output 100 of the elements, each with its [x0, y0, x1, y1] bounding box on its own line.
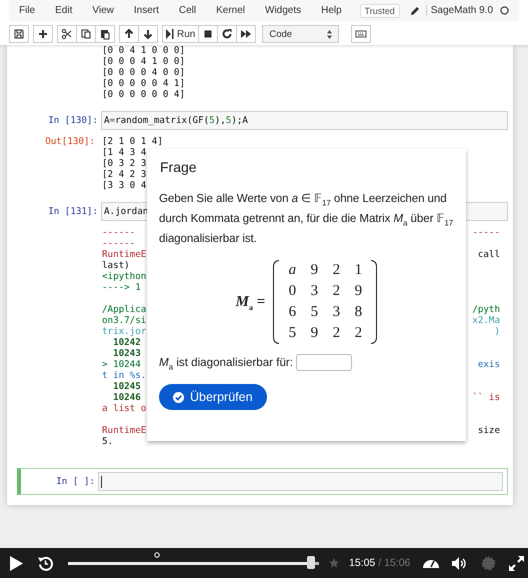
menu-item[interactable]: File	[19, 5, 36, 16]
cut-icon[interactable]	[57, 25, 77, 43]
pencil-icon[interactable]	[410, 6, 420, 16]
volume-icon[interactable]	[452, 556, 468, 570]
answer-label: M$_{a}$ ist diagonalisierbar für:	[159, 356, 293, 369]
code-cell[interactable]: In [130]: A=random_matrix(GF(5),5);A	[7, 111, 508, 130]
menu-item[interactable]: Kernel	[216, 5, 246, 16]
output-text: > 10244	[102, 359, 141, 370]
code-input[interactable]: A=random_matrix(GF(5),5);A	[101, 111, 508, 130]
matrix-entry: 5	[310, 303, 320, 322]
output-text: exis	[478, 359, 500, 370]
output-text: [0 0 4 1 0 0 0]	[102, 45, 185, 56]
output-text: 10243	[112, 348, 141, 359]
input-prompt: In [ ]:	[56, 475, 95, 489]
input-prompt: In [131]:	[48, 205, 98, 219]
output-text: ------	[102, 227, 136, 238]
keyboard-icon[interactable]	[351, 25, 372, 43]
trusted-badge[interactable]: Trusted	[360, 4, 400, 18]
output-text: /pyth	[472, 304, 500, 315]
output-text: [2 1 0 1 4]	[102, 136, 163, 147]
plus-icon[interactable]	[33, 25, 53, 43]
matrix-entry: 9	[310, 324, 320, 343]
output-text: ----> 1	[102, 282, 141, 293]
output-text: [0 0 0 0 0 0 4]	[102, 89, 185, 100]
matrix-entry: a	[288, 261, 298, 280]
run-icon	[166, 29, 174, 39]
output-text: `` is	[472, 392, 500, 403]
play-icon[interactable]	[10, 556, 23, 570]
chapter-marker-icon	[154, 552, 160, 558]
dropdown-arrows-icon	[327, 30, 332, 38]
matrix-entry: 1	[354, 261, 364, 280]
checkmark-icon	[173, 392, 184, 402]
output-text: [0 3 2 3	[102, 158, 146, 169]
matrix-entry: 2	[332, 324, 342, 343]
output-text: 10245	[112, 381, 141, 392]
output-text: ------	[102, 238, 136, 249]
save-icon[interactable]	[9, 25, 29, 43]
output-text: -----	[472, 227, 500, 238]
output-text: on3.7/si	[102, 315, 146, 326]
output-text: <ipython	[102, 271, 146, 282]
output-text: 10242	[112, 337, 141, 348]
matrix-entry: 0	[288, 282, 298, 301]
copy-icon[interactable]	[77, 25, 96, 43]
stop-icon[interactable]	[199, 25, 218, 43]
current-time: 15:05	[349, 557, 376, 569]
output-text: last)	[102, 260, 130, 271]
menu-item[interactable]: Cell	[178, 5, 196, 16]
code-input[interactable]	[98, 472, 503, 491]
output-text: t in %s.	[102, 370, 146, 381]
output-prompt: Out[130]:	[45, 136, 95, 149]
output-text: RuntimeE	[102, 425, 146, 436]
matrix-entry: 2	[354, 324, 364, 343]
code-line: A=random_matrix(GF(5),5);A	[104, 115, 248, 126]
output-text: RuntimeE	[102, 249, 146, 260]
cell-type-dropdown[interactable]: Code	[262, 25, 340, 43]
output-text: 10246	[112, 392, 141, 403]
menu-item[interactable]: Insert	[134, 5, 159, 16]
matrix-entry: 3	[310, 282, 320, 301]
output-text: trix.jor	[102, 326, 146, 337]
input-prompt: In [130]:	[48, 114, 98, 128]
kernel-name[interactable]: SageMath 9.0	[426, 5, 493, 16]
code-cell[interactable]: In [ ]:	[17, 468, 508, 495]
paste-icon[interactable]	[96, 25, 115, 43]
fullscreen-icon[interactable]	[509, 556, 524, 570]
matrix-entry: 9	[354, 282, 364, 301]
matrix-entry: 2	[332, 282, 342, 301]
menu-item[interactable]: Edit	[55, 5, 72, 16]
duration: / 15:06	[378, 557, 410, 569]
code-line: A.jordan	[104, 206, 148, 217]
output-text: /Applica	[102, 304, 146, 315]
dialog-title: Frage	[160, 159, 198, 175]
output-text: size	[478, 425, 500, 436]
matrix-entry: 5	[288, 324, 298, 343]
menu-item[interactable]: Widgets	[265, 5, 302, 16]
output-text: [0 0 0 0 0 4 1]	[102, 78, 185, 89]
answer-field[interactable]	[296, 354, 352, 371]
output-text: [3 3 0 4	[102, 180, 146, 191]
output-text: [1 4 3 4	[102, 147, 146, 158]
replay-icon[interactable]	[38, 556, 53, 570]
matrix-label: M$_{a}$ =	[236, 294, 266, 310]
matrix-entry: 2	[332, 261, 342, 280]
output-text: [0 0 0 4 1 0 0]	[102, 56, 185, 67]
progress-handle[interactable]	[307, 556, 316, 568]
output-text: [2 4 2 3	[102, 169, 146, 180]
output-text: 5.	[102, 436, 114, 447]
menu-item[interactable]: View	[92, 5, 114, 16]
restart-icon[interactable]	[218, 25, 238, 43]
check-button[interactable]: Überprüfen	[159, 384, 267, 410]
output-text: call	[478, 249, 500, 260]
matrix-entry: 3	[332, 303, 342, 322]
output-text: a list o	[102, 403, 146, 414]
matrix-entry: 6	[288, 303, 298, 322]
fast-forward-icon[interactable]	[237, 25, 256, 43]
run-button[interactable]: Run	[162, 25, 200, 43]
speedometer-icon[interactable]	[423, 557, 440, 569]
matrix-entry: 9	[310, 261, 320, 280]
star-icon[interactable]	[329, 558, 339, 568]
menu-item[interactable]: Help	[321, 5, 342, 16]
question-text: Geben Sie alle Werte von a ∈ 𝔽$_{17}$ ohne Leerzeichen und durch Kommata getrennt an, für die die Matrix M$_{a}$ über 𝔽$_{17}$ diagonalisierbar ist.	[159, 191, 454, 247]
output-text: )	[494, 326, 500, 337]
